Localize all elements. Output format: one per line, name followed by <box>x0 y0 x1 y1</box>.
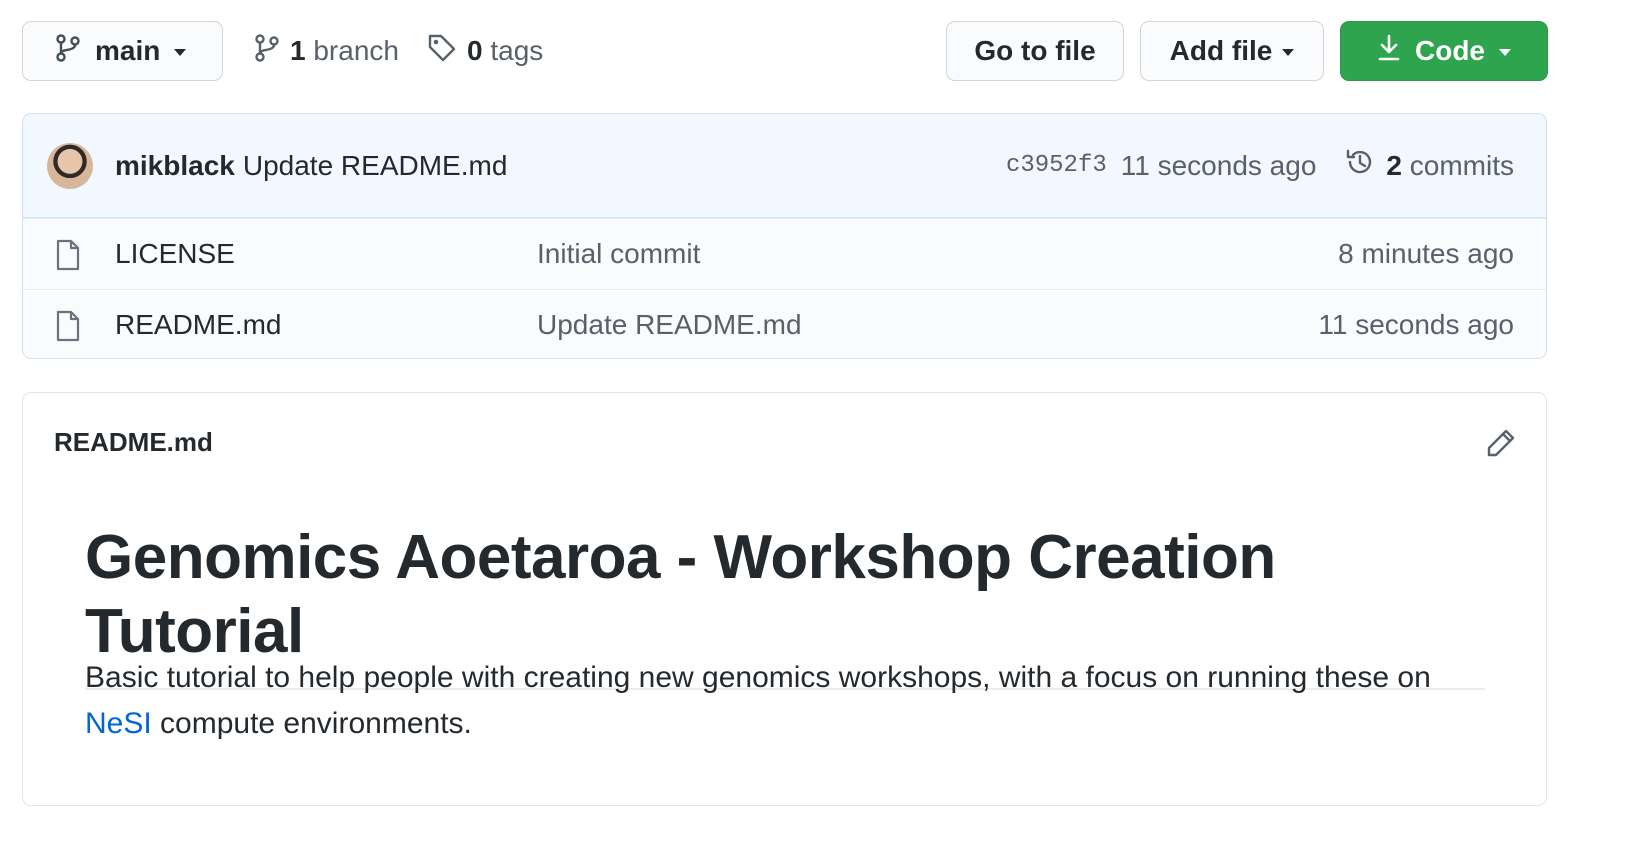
tag-label: tags <box>490 35 544 66</box>
repo-toolbar: main 1 branch 0 tags Go to file Add file… <box>22 21 1620 83</box>
file-icon <box>55 310 81 349</box>
pencil-icon[interactable] <box>1486 428 1516 463</box>
file-age: 8 minutes ago <box>1338 238 1514 269</box>
readme-paragraph: Basic tutorial to help people with creat… <box>85 655 1505 747</box>
go-to-file-button[interactable]: Go to file <box>946 21 1124 81</box>
branch-name: main <box>95 35 161 66</box>
readme-text-before-link: Basic tutorial to help people with creat… <box>85 661 1431 694</box>
commit-label: commits <box>1409 149 1514 181</box>
commit-details: c3952f3 11 seconds ago 2 commits <box>1006 114 1514 217</box>
add-file-label: Add file <box>1169 35 1273 66</box>
commit-message[interactable]: Update README.md <box>243 150 508 182</box>
branch-count: 1 <box>290 35 306 66</box>
file-browser: mikblack Update README.md c3952f3 11 sec… <box>22 113 1547 359</box>
commit-author[interactable]: mikblack <box>115 150 235 182</box>
file-commit-message[interactable]: Initial commit <box>537 238 700 270</box>
tags-link[interactable]: 0 tags <box>427 21 543 81</box>
chevron-down-icon <box>174 49 187 56</box>
commit-time: 11 seconds ago <box>1120 149 1317 181</box>
branch-select-button[interactable]: main <box>22 21 223 81</box>
readme-filename[interactable]: README.md <box>54 427 213 458</box>
tag-count: 0 <box>467 35 483 66</box>
chevron-down-icon <box>1499 49 1511 56</box>
file-age: 11 seconds ago <box>1318 309 1514 340</box>
readme-panel: README.md Genomics Aoetaroa - Workshop C… <box>22 392 1547 806</box>
file-icon <box>55 239 81 278</box>
commit-summary: mikblack Update README.md <box>115 114 507 217</box>
branches-link[interactable]: 1 branch <box>254 21 399 81</box>
commits-link[interactable]: 2 commits <box>1344 146 1514 185</box>
download-icon <box>1377 34 1401 69</box>
file-name[interactable]: LICENSE <box>115 238 235 270</box>
code-label: Code <box>1415 35 1485 66</box>
tag-icon <box>427 33 457 70</box>
nesi-link[interactable]: NeSI <box>85 707 152 740</box>
commit-sha[interactable]: c3952f3 <box>1006 152 1107 179</box>
branch-label: branch <box>313 35 399 66</box>
chevron-down-icon <box>1282 49 1295 56</box>
history-icon <box>1344 146 1376 185</box>
commit-count: 2 <box>1386 149 1402 181</box>
latest-commit-bar: mikblack Update README.md c3952f3 11 sec… <box>23 114 1546 218</box>
avatar[interactable] <box>47 143 93 189</box>
code-button[interactable]: Code <box>1340 21 1548 81</box>
file-row[interactable]: README.md Update README.md 11 seconds ag… <box>23 289 1546 358</box>
git-branch-icon <box>55 33 81 70</box>
file-commit-message[interactable]: Update README.md <box>537 309 802 341</box>
file-row[interactable]: LICENSE Initial commit 8 minutes ago <box>23 218 1546 289</box>
readme-text-after-link: compute environments. <box>151 707 472 740</box>
file-name[interactable]: README.md <box>115 309 281 341</box>
git-branch-icon <box>254 33 280 70</box>
add-file-button[interactable]: Add file <box>1140 21 1324 81</box>
